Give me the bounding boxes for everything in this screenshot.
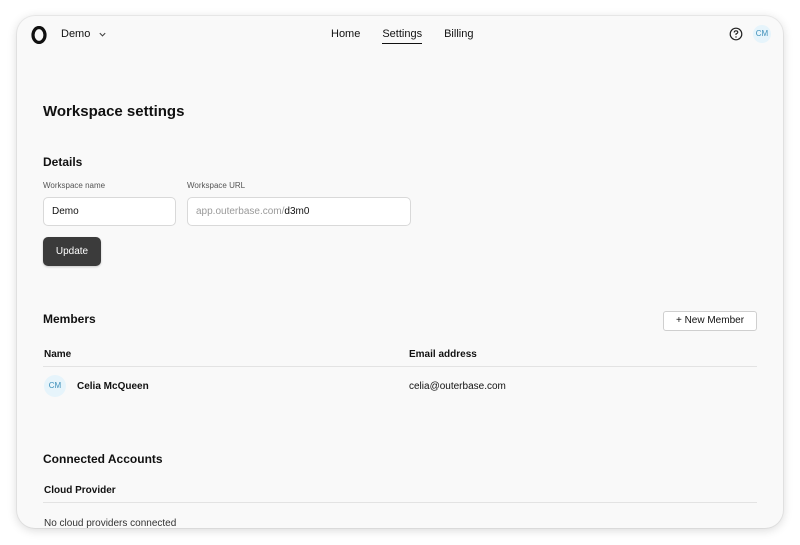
member-name: Celia McQueen (77, 381, 149, 392)
workspace-name-value: Demo (52, 206, 79, 217)
workspace-name-input[interactable]: Demo (43, 197, 176, 226)
details-heading: Details (43, 155, 83, 169)
user-avatar[interactable]: CM (753, 25, 771, 43)
main-nav: Home Settings Billing (331, 28, 495, 44)
workspace-url-label: Workspace URL (187, 181, 246, 190)
workspace-name-label: Workspace name (43, 181, 106, 190)
workspace-url-value: d3m0 (284, 206, 310, 217)
app-window: Demo Home Settings Billing CM Workspace … (17, 16, 783, 528)
member-email: celia@outerbase.com (409, 381, 506, 392)
workspace-switcher[interactable]: Demo (61, 28, 107, 40)
connected-accounts-divider (43, 502, 757, 503)
email-column-header: Email address (409, 349, 477, 360)
nav-settings[interactable]: Settings (382, 28, 423, 44)
outerbase-logo-icon[interactable] (31, 26, 47, 44)
no-cloud-providers-text: No cloud providers connected (44, 518, 177, 528)
member-avatar: CM (44, 375, 66, 397)
workspace-url-prefix: app.outerbase.com/ (196, 206, 285, 217)
chevron-down-icon (99, 32, 106, 37)
members-heading: Members (43, 312, 96, 326)
update-button[interactable]: Update (43, 237, 101, 266)
workspace-switcher-label: Demo (61, 28, 91, 40)
workspace-url-input[interactable]: app.outerbase.com/d3m0 (187, 197, 411, 226)
top-bar: Demo Home Settings Billing CM (17, 16, 783, 54)
page-title: Workspace settings (43, 103, 185, 120)
help-icon[interactable] (729, 27, 743, 41)
name-column-header: Name (44, 349, 72, 360)
cloud-provider-column-header: Cloud Provider (44, 485, 116, 496)
connected-accounts-heading: Connected Accounts (43, 452, 163, 466)
nav-billing[interactable]: Billing (444, 28, 473, 44)
members-table-divider (43, 366, 757, 367)
nav-home[interactable]: Home (331, 28, 360, 44)
new-member-button[interactable]: + New Member (663, 311, 757, 331)
